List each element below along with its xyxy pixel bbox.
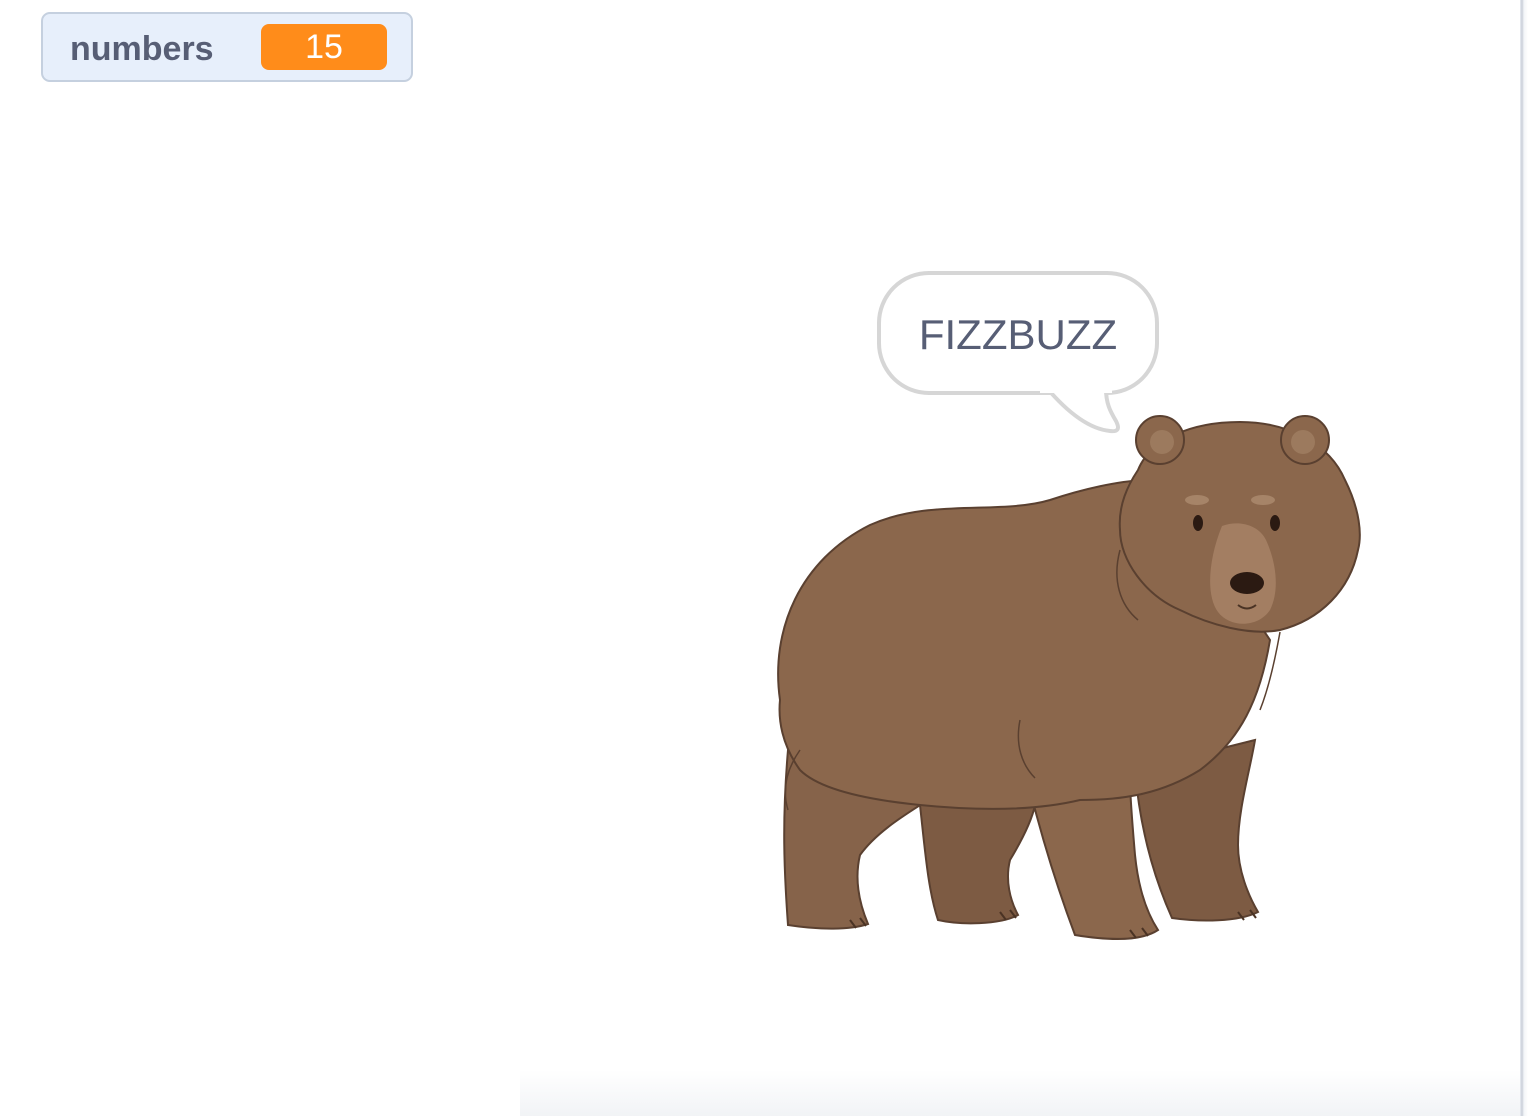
stage-bottom-shadow: [520, 1070, 1520, 1116]
bear-left-eye: [1193, 515, 1203, 531]
speech-bubble-text: FIZZBUZZ: [918, 311, 1118, 358]
variable-monitor[interactable]: numbers 15: [41, 12, 413, 82]
bear-sprite[interactable]: [760, 400, 1380, 960]
bear-nose: [1230, 572, 1264, 594]
bear-right-brow: [1251, 495, 1275, 505]
bear-right-ear-inner: [1291, 430, 1315, 454]
bear-right-eye: [1270, 515, 1280, 531]
variable-monitor-value: 15: [261, 24, 387, 70]
variable-monitor-label: numbers: [70, 30, 214, 68]
bear-left-brow: [1185, 495, 1209, 505]
stage[interactable]: numbers 15 FIZZBUZZ: [0, 0, 1520, 1116]
stage-right-border: [1520, 0, 1528, 1116]
bear-back-leg-2: [918, 804, 1037, 925]
bear-left-ear-inner: [1150, 430, 1174, 454]
speech-bubble: FIZZBUZZ: [877, 271, 1159, 395]
